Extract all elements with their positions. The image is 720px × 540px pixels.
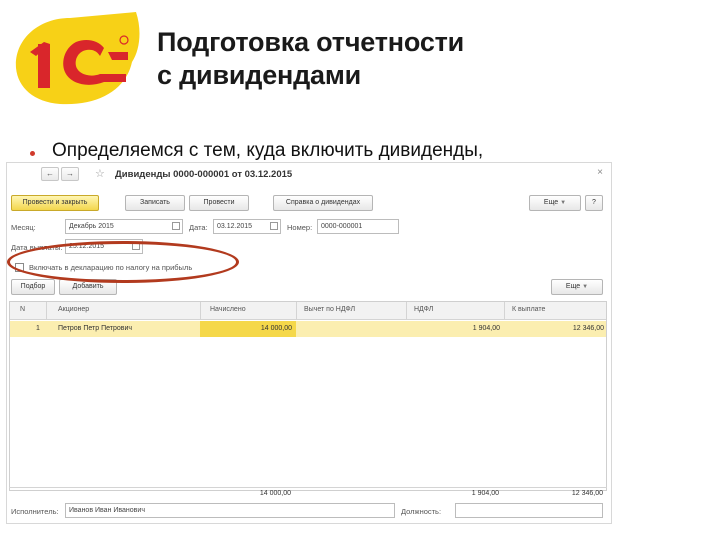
col-header-n[interactable]: N — [20, 306, 25, 313]
cell-payout: 12 346,00 — [572, 325, 604, 332]
table-more-label: Еще — [565, 283, 581, 290]
executor-field[interactable]: Иванов Иван Иванович — [65, 503, 395, 518]
close-icon[interactable]: × — [597, 167, 603, 178]
document-footer: Исполнитель: Иванов Иван Иванович Должно… — [7, 503, 611, 523]
table-row[interactable]: 1 Петров Петр Петрович 14 000,00 1 904,0… — [10, 321, 606, 337]
total-accrued: 14 000,00 — [259, 490, 291, 497]
more-button[interactable]: Еще ▼ — [529, 195, 581, 211]
slide-title: Подготовка отчетности с дивидендами — [157, 26, 464, 92]
calendar-icon[interactable] — [172, 222, 180, 230]
total-ndfl: 1 904,00 — [471, 490, 499, 497]
more-label: Еще — [543, 199, 559, 206]
forward-button[interactable]: → — [61, 167, 79, 181]
post-and-close-button[interactable]: Провести и закрыть — [11, 195, 99, 211]
month-value: Декабрь 2015 — [69, 223, 114, 230]
position-label: Должность: — [401, 507, 442, 516]
col-header-accrued[interactable]: Начислено — [210, 306, 246, 313]
save-button[interactable]: Записать — [125, 195, 185, 211]
number-label: Номер: — [287, 223, 313, 232]
table-totals: 14 000,00 1 904,00 12 346,00 — [9, 487, 607, 501]
highlight-oval — [7, 241, 239, 283]
position-field[interactable] — [455, 503, 603, 518]
help-button[interactable]: ? — [585, 195, 603, 211]
bullet-text: Определяемся с тем, куда включить дивиде… — [52, 140, 484, 161]
favorite-star-icon[interactable]: ☆ — [95, 167, 105, 181]
month-label: Месяц: — [11, 223, 36, 232]
bullet-dot — [30, 151, 35, 156]
month-field[interactable]: Декабрь 2015 — [65, 219, 183, 234]
window-titlebar: ← → ☆ Дивиденды 0000-000001 от 03.12.201… — [7, 163, 611, 185]
select-button[interactable]: Подбор — [11, 279, 55, 295]
chevron-down-icon: ▼ — [582, 284, 589, 290]
col-header-deduction[interactable]: Вычет по НДФЛ — [304, 306, 355, 313]
1c-logo — [15, 12, 140, 105]
slide-title-line2: с дивидендами — [157, 60, 362, 90]
document-window: ← → ☆ Дивиденды 0000-000001 от 03.12.201… — [6, 162, 612, 524]
chevron-down-icon: ▼ — [560, 200, 567, 206]
cell-n: 1 — [36, 325, 40, 332]
date-field[interactable]: 03.12.2015 — [213, 219, 281, 234]
calendar-icon[interactable] — [270, 222, 278, 230]
dividends-table: N Акционер Начислено Вычет по НДФЛ НДФЛ … — [9, 301, 607, 491]
total-payout: 12 346,00 — [571, 490, 603, 497]
post-button[interactable]: Провести — [189, 195, 249, 211]
table-header: N Акционер Начислено Вычет по НДФЛ НДФЛ … — [10, 302, 606, 320]
date-value: 03.12.2015 — [217, 223, 253, 230]
number-field[interactable]: 0000-000001 — [317, 219, 399, 234]
col-header-ndfl[interactable]: НДФЛ — [414, 306, 433, 313]
cell-accrued: 14 000,00 — [260, 325, 292, 332]
dividend-report-button[interactable]: Справка о дивидендах — [273, 195, 373, 211]
slide-title-line1: Подготовка отчетности — [157, 27, 465, 57]
col-header-holder[interactable]: Акционер — [58, 306, 89, 313]
executor-label: Исполнитель: — [11, 507, 59, 516]
back-button[interactable]: ← — [41, 167, 59, 181]
col-header-payout[interactable]: К выплате — [512, 306, 545, 313]
cell-ndfl: 1 904,00 — [472, 325, 500, 332]
date-label: Дата: — [189, 223, 208, 232]
table-more-button[interactable]: Еще ▼ — [551, 279, 603, 295]
document-title: Дивиденды 0000-000001 от 03.12.2015 — [115, 169, 293, 180]
cell-holder: Петров Петр Петрович — [58, 325, 133, 332]
